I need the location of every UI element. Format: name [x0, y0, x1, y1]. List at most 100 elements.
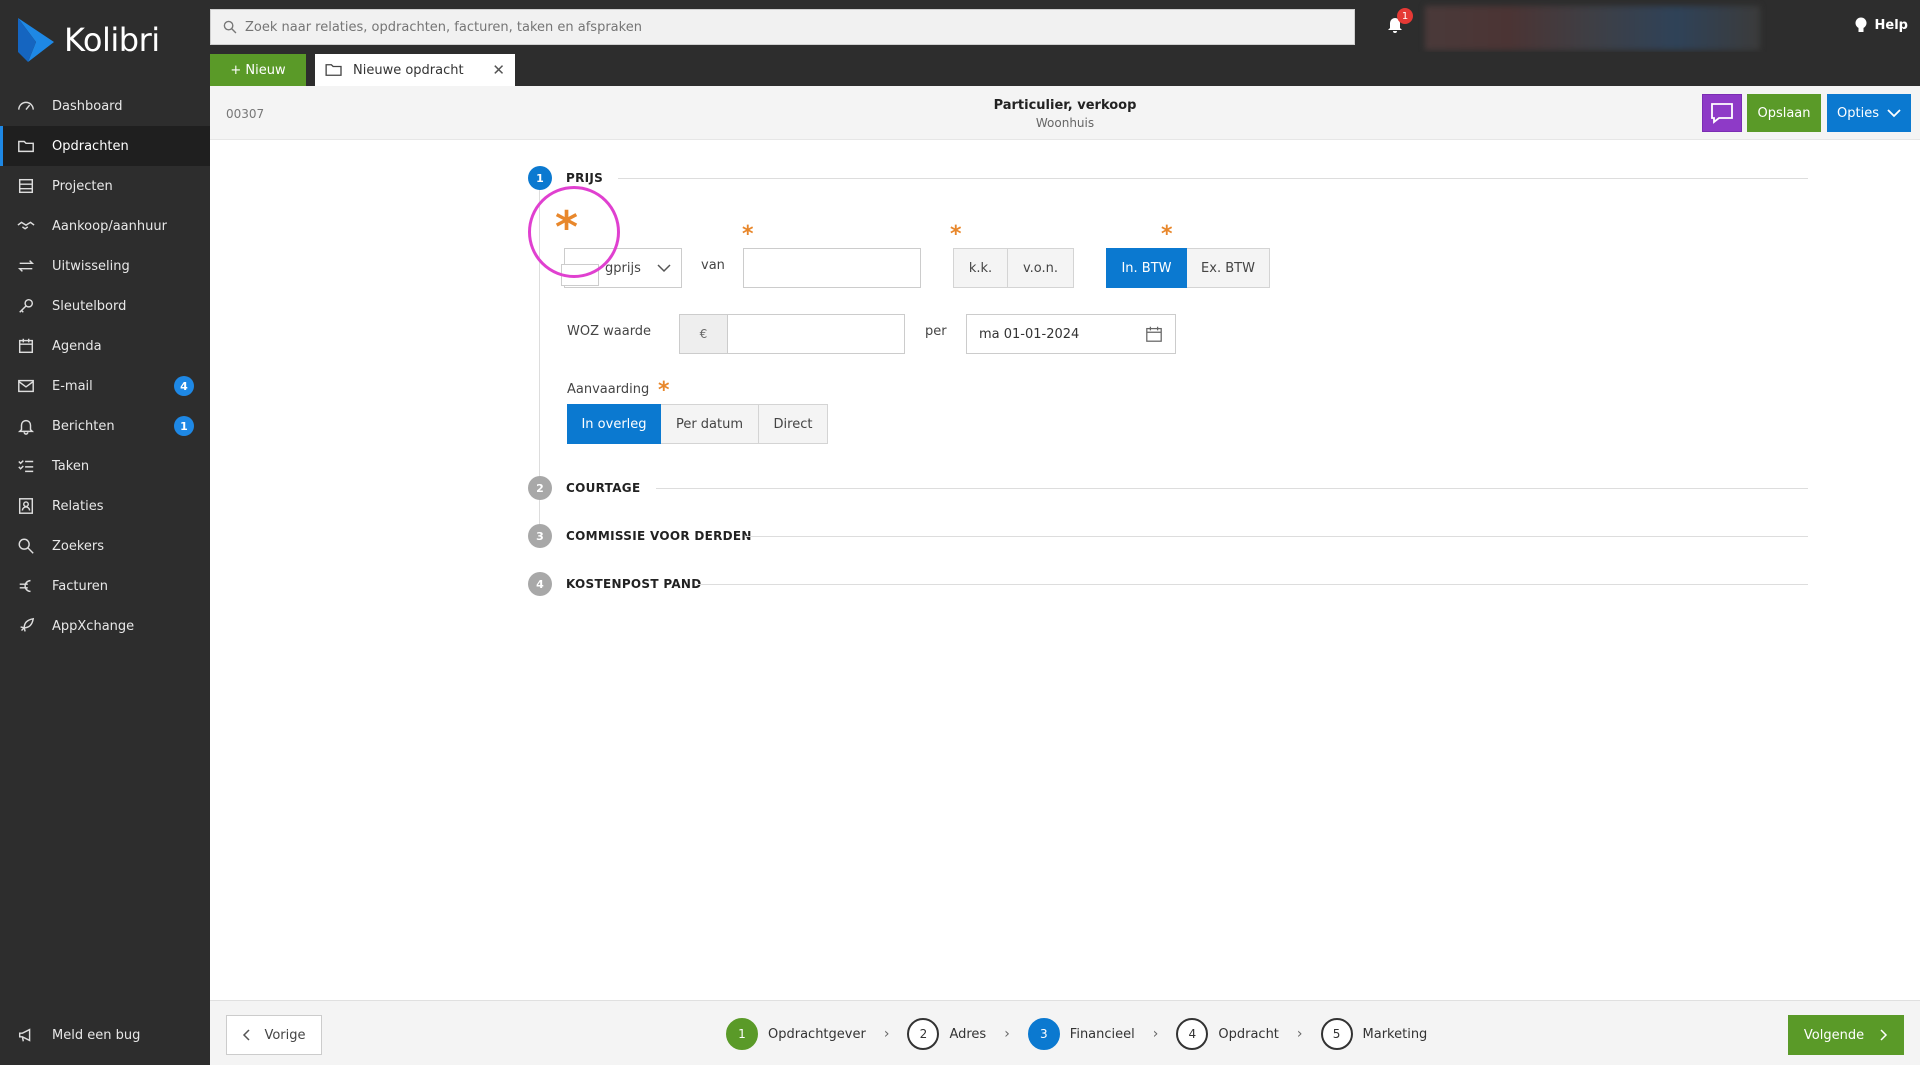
sidebar-item-sleutelbord[interactable]: Sleutelbord: [0, 286, 210, 326]
section-number: 3: [528, 524, 552, 548]
page-title: Particulier, verkoop: [993, 98, 1137, 113]
user-profile[interactable]: [1425, 6, 1760, 50]
notification-badge: 1: [1397, 8, 1413, 24]
save-button[interactable]: Opslaan: [1747, 94, 1821, 132]
step-number: 4: [1176, 1018, 1209, 1050]
woz-date-picker[interactable]: ma 01-01-2024: [966, 314, 1176, 354]
sidebar-item-label: Taken: [52, 458, 90, 474]
chevron-left-icon: [243, 1029, 250, 1041]
close-icon[interactable]: ✕: [492, 61, 505, 79]
handshake-icon: [16, 216, 36, 236]
chat-icon: [1711, 103, 1733, 124]
next-label: Volgende: [1803, 1027, 1865, 1043]
previous-button[interactable]: Vorige: [226, 1015, 322, 1055]
sidebar-item-label: Sleutelbord: [52, 298, 127, 314]
global-search[interactable]: [210, 9, 1355, 45]
contacts-icon: [16, 496, 36, 516]
sidebar-item-label: Zoekers: [52, 538, 105, 554]
tab-nieuwe-opdracht[interactable]: Nieuwe opdracht ✕: [315, 54, 515, 86]
step-marketing[interactable]: 5 Marketing: [1320, 1018, 1427, 1050]
in-overleg-option[interactable]: In overleg: [567, 404, 661, 444]
sidebar-item-facturen[interactable]: Facturen: [0, 566, 210, 606]
megaphone-icon: [16, 1025, 36, 1045]
step-financieel[interactable]: 3 Financieel: [1027, 1018, 1135, 1050]
report-bug-link[interactable]: Meld een bug: [16, 1015, 140, 1055]
step-label: Opdracht: [1218, 1026, 1279, 1042]
main-content: 00307 Particulier, verkoop Woonhuis Opsl…: [210, 86, 1920, 1065]
projects-icon: [16, 176, 36, 196]
search-icon: [16, 536, 36, 556]
options-button[interactable]: Opties: [1827, 94, 1911, 132]
section-divider: [618, 178, 1808, 179]
highlighted-required-mark: *: [555, 202, 579, 253]
chevron-down-icon: [657, 264, 671, 273]
sidebar-item-agenda[interactable]: Agenda: [0, 326, 210, 366]
mail-icon: [16, 376, 36, 396]
sidebar-item-aankoop[interactable]: Aankoop/aanhuur: [0, 206, 210, 246]
sidebar-item-label: Uitwisseling: [52, 258, 130, 274]
step-opdracht[interactable]: 4 Opdracht: [1176, 1018, 1279, 1050]
btw-toggle: In. BTW Ex. BTW: [1106, 248, 1270, 288]
direct-option[interactable]: Direct: [759, 404, 828, 444]
rocket-icon: [16, 616, 36, 636]
section-commissie[interactable]: 3 COMMISSIE VOOR DERDEN: [528, 524, 1808, 548]
kolibri-logo-icon: [18, 18, 54, 62]
tasks-icon: [16, 456, 36, 476]
section-divider: [696, 584, 1808, 585]
sidebar-item-opdrachten[interactable]: Opdrachten: [0, 126, 210, 166]
section-courtage[interactable]: 2 COURTAGE: [528, 476, 1808, 500]
section-kostenpost[interactable]: 4 KOSTENPOST PAND: [528, 572, 1808, 596]
help-label: Help: [1874, 17, 1908, 33]
aanvaarding-toggle: In overleg Per datum Direct: [567, 404, 828, 444]
step-number: 3: [1027, 1018, 1060, 1050]
step-label: Adres: [949, 1026, 987, 1042]
step-opdrachtgever[interactable]: 1 Opdrachtgever: [726, 1018, 866, 1050]
search-input[interactable]: [245, 19, 1345, 35]
sidebar-item-email[interactable]: E-mail 4: [0, 366, 210, 406]
chevron-right-icon: [1880, 1029, 1888, 1041]
options-label: Opties: [1837, 105, 1879, 121]
kk-option[interactable]: k.k.: [953, 248, 1008, 288]
price-input[interactable]: [743, 248, 921, 288]
berichten-count-badge: 1: [174, 416, 194, 436]
excl-btw-option[interactable]: Ex. BTW: [1187, 248, 1270, 288]
sidebar-item-taken[interactable]: Taken: [0, 446, 210, 486]
incl-btw-option[interactable]: In. BTW: [1106, 248, 1187, 288]
von-option[interactable]: v.o.n.: [1008, 248, 1074, 288]
help-button[interactable]: Help: [1853, 16, 1908, 34]
required-mark: *: [950, 222, 962, 247]
sidebar-item-dashboard[interactable]: Dashboard: [0, 86, 210, 126]
van-label: van: [701, 258, 725, 273]
chevron-down-icon: [1887, 109, 1901, 118]
sidebar-item-berichten[interactable]: Berichten 1: [0, 406, 210, 446]
section-prijs[interactable]: 1 PRIJS: [528, 166, 1808, 190]
sidebar-item-label: Dashboard: [52, 98, 123, 114]
section-divider: [746, 536, 1808, 537]
calendar-icon: [16, 336, 36, 356]
search-icon: [223, 20, 237, 34]
section-title: PRIJS: [566, 171, 604, 185]
notifications-button[interactable]: 1: [1385, 8, 1413, 38]
currency-addon: €: [679, 314, 728, 354]
sidebar-item-uitwisseling[interactable]: Uitwisseling: [0, 246, 210, 286]
sidebar-item-projecten[interactable]: Projecten: [0, 166, 210, 206]
per-datum-option[interactable]: Per datum: [661, 404, 759, 444]
sidebar-item-label: AppXchange: [52, 618, 135, 634]
bell-icon: [16, 416, 36, 436]
folder-icon: [16, 136, 36, 156]
sidebar-item-zoekers[interactable]: Zoekers: [0, 526, 210, 566]
wizard-footer: Vorige 1 Opdrachtgever › 2 Adres › 3 Fin…: [210, 1000, 1920, 1065]
sidebar-item-label: Facturen: [52, 578, 109, 594]
sidebar-item-appxchange[interactable]: AppXchange: [0, 606, 210, 646]
new-button[interactable]: + Nieuw: [210, 54, 306, 86]
step-adres[interactable]: 2 Adres: [907, 1018, 986, 1050]
sidebar-item-label: Aankoop/aanhuur: [52, 218, 167, 234]
logo[interactable]: Kolibri: [18, 18, 160, 62]
woz-input[interactable]: [727, 314, 905, 354]
next-button[interactable]: Volgende: [1788, 1015, 1904, 1055]
woz-label: WOZ waarde: [567, 324, 652, 339]
page-header: 00307 Particulier, verkoop Woonhuis Opsl…: [210, 86, 1920, 140]
chat-button[interactable]: [1702, 94, 1742, 132]
sidebar-item-relaties[interactable]: Relaties: [0, 486, 210, 526]
section-number: 1: [528, 166, 552, 190]
